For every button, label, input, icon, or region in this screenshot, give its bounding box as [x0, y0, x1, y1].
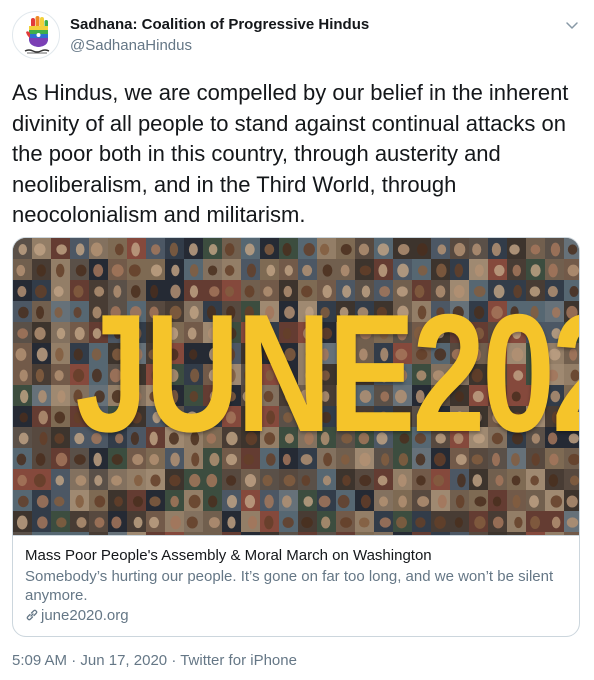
user-handle[interactable]: @SadhanaHindus — [70, 37, 192, 54]
card-domain-text: june2020.org — [41, 607, 129, 624]
display-name[interactable]: Sadhana: Coalition of Progressive Hindus — [70, 16, 369, 33]
tweet-date[interactable]: Jun 17, 2020 — [80, 652, 167, 669]
avatar[interactable] — [12, 11, 60, 59]
link-card[interactable]: JUNE2020 Mass Poor People's Assembly & M… — [12, 237, 580, 637]
tweet-footer: 5:09 AM · Jun 17, 2020 · Twitter for iPh… — [12, 652, 297, 669]
tweet-text: As Hindus, we are compelled by our belie… — [12, 80, 569, 227]
card-image-headline: JUNE2020 — [75, 279, 579, 467]
tweet: Sadhana: Coalition of Progressive Hindus… — [0, 0, 594, 680]
card-domain: june2020.org — [25, 606, 567, 626]
footer-separator: · — [71, 652, 77, 669]
link-icon — [26, 609, 38, 621]
rainbow-hand-logo-icon — [24, 16, 50, 54]
card-description: Somebody’s hurting our people. It’s gone… — [25, 568, 554, 604]
card-body[interactable]: Mass Poor People's Assembly & Moral Marc… — [13, 535, 579, 636]
chevron-down-icon[interactable] — [564, 17, 580, 33]
tweet-header: Sadhana: Coalition of Progressive Hindus… — [12, 11, 582, 61]
tweet-time[interactable]: 5:09 AM — [12, 652, 67, 669]
card-image[interactable]: JUNE2020 — [13, 238, 579, 535]
tweet-source[interactable]: Twitter for iPhone — [180, 652, 297, 669]
card-title: Mass Poor People's Assembly & Moral Marc… — [25, 547, 432, 564]
footer-separator: · — [171, 652, 177, 669]
